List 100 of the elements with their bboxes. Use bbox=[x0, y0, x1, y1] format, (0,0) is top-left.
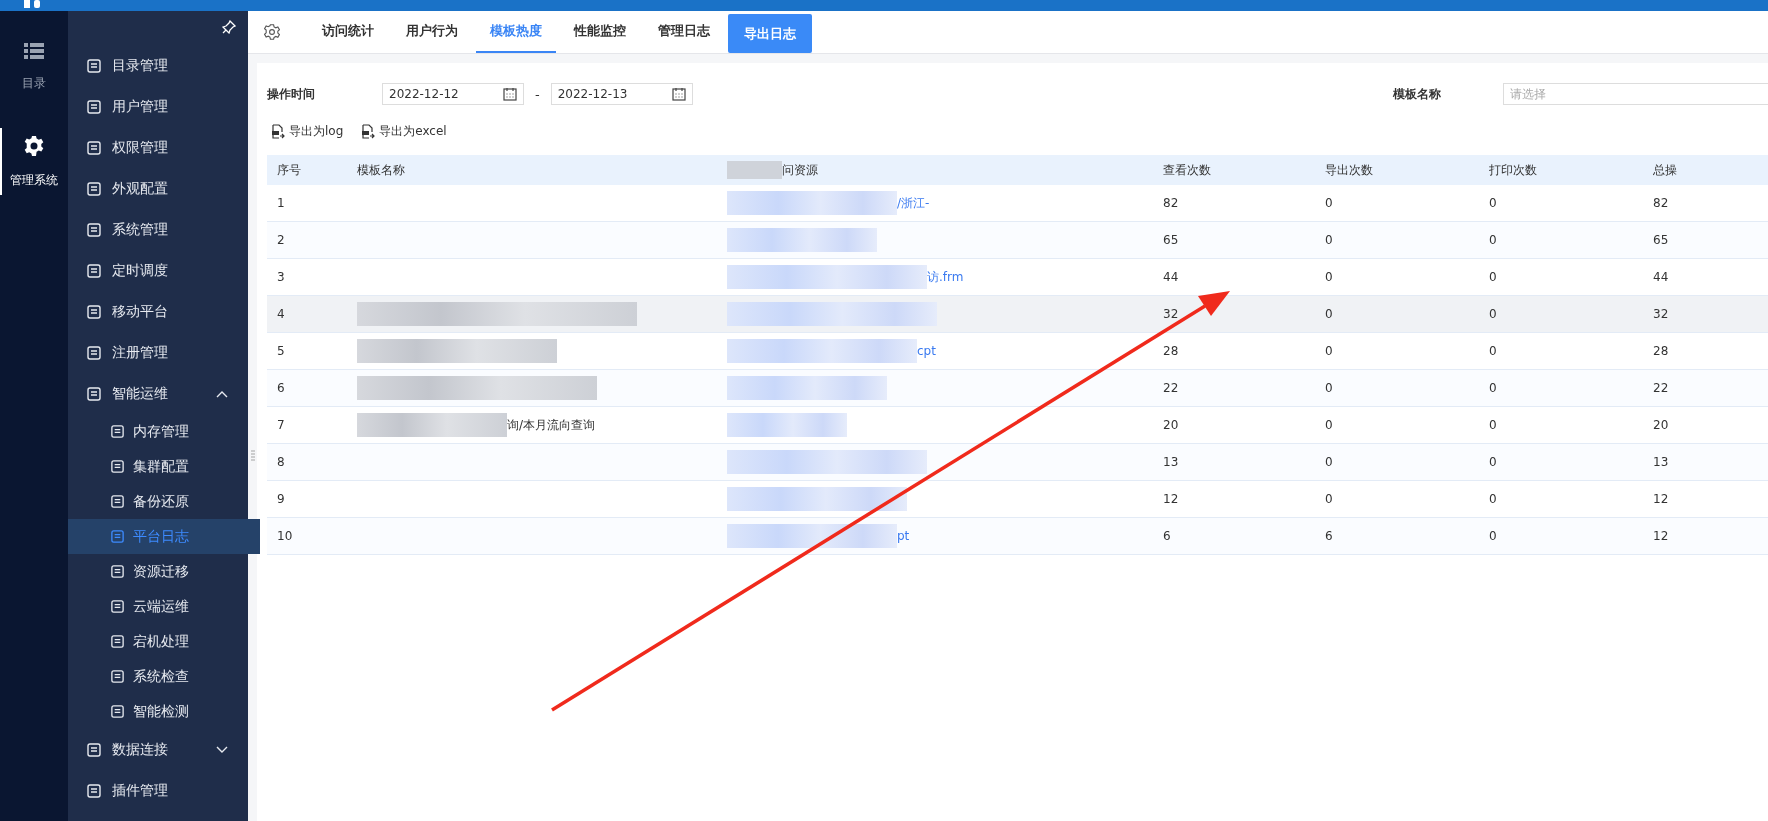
tab[interactable]: 模板热度 bbox=[476, 11, 556, 53]
column-header: 查看次数 bbox=[1162, 161, 1212, 179]
time-label: 操作时间 bbox=[267, 85, 316, 103]
table-cell-text: 4 bbox=[276, 306, 286, 323]
menu-item[interactable]: 系统管理 bbox=[68, 209, 248, 250]
menu-icon bbox=[86, 221, 102, 238]
table-cell-text: 2 bbox=[276, 232, 286, 249]
submenu-item[interactable]: 云端运维 bbox=[68, 589, 260, 624]
menu-icon bbox=[86, 782, 102, 799]
table-cell-text: 20 bbox=[1162, 417, 1180, 434]
table-cell-text: 6 bbox=[1162, 528, 1172, 545]
menu-icon bbox=[86, 385, 102, 402]
resource-link[interactable]: /浙江- bbox=[897, 194, 930, 212]
table-cell-text: 0 bbox=[1488, 232, 1498, 249]
menu-icon bbox=[86, 303, 102, 320]
table-cell-text: 0 bbox=[1488, 343, 1498, 360]
resource-link[interactable]: 访.frm bbox=[927, 268, 964, 286]
table-cell-text: 13 bbox=[1162, 454, 1180, 471]
table-cell-text: 0 bbox=[1488, 269, 1498, 286]
rail-item[interactable]: 目录 bbox=[0, 43, 68, 92]
menu-item[interactable]: 注册管理 bbox=[68, 332, 248, 373]
menu-icon bbox=[110, 459, 125, 474]
table-cell-text: 22 bbox=[1162, 380, 1180, 397]
calendar-icon bbox=[671, 87, 686, 101]
menu-item[interactable]: 用户管理 bbox=[68, 86, 248, 127]
menu-item[interactable]: 智能运维 bbox=[68, 373, 248, 414]
menu-item[interactable]: 目录管理 bbox=[68, 45, 248, 86]
menu-icon bbox=[86, 139, 102, 156]
table-cell-text: 82 bbox=[1162, 195, 1180, 212]
menu-icon bbox=[110, 529, 125, 544]
menu-item[interactable]: 权限管理 bbox=[68, 127, 248, 168]
table-cell-text: 0 bbox=[1488, 528, 1498, 545]
menu-icon bbox=[86, 344, 102, 361]
column-header: 总操 bbox=[1652, 161, 1678, 179]
table-cell-text: 7 bbox=[276, 417, 286, 434]
menu-icon bbox=[110, 494, 125, 509]
table-cell-text: 13 bbox=[1652, 454, 1670, 471]
column-header: 序号 bbox=[276, 161, 302, 179]
start-date-field[interactable]: 2022-12-12 bbox=[382, 83, 524, 105]
table-cell-text: 0 bbox=[1488, 195, 1498, 212]
chevron-up-icon bbox=[216, 389, 228, 398]
table-cell: 询/本月流向查询 bbox=[507, 416, 596, 434]
submenu-item[interactable]: 资源迁移 bbox=[68, 554, 260, 589]
table-cell-text: 0 bbox=[1324, 269, 1334, 286]
menu-item[interactable]: 数据连接 bbox=[68, 729, 248, 770]
tab[interactable]: 用户行为 bbox=[392, 11, 472, 53]
drag-handle-icon[interactable] bbox=[251, 450, 255, 462]
table-cell-text: 32 bbox=[1162, 306, 1180, 323]
table-cell-text: 28 bbox=[1652, 343, 1670, 360]
table-cell-text: 6 bbox=[1324, 528, 1334, 545]
menu-icon bbox=[110, 634, 125, 649]
menu-item[interactable]: 定时调度 bbox=[68, 250, 248, 291]
table-cell-text: 32 bbox=[1652, 306, 1670, 323]
export-button[interactable]: 导出为excel bbox=[357, 122, 451, 140]
submenu-item[interactable]: 内存管理 bbox=[68, 414, 260, 449]
range-separator: - bbox=[535, 86, 540, 102]
table-cell-text: 12 bbox=[1652, 491, 1670, 508]
menu-item[interactable]: 移动平台 bbox=[68, 291, 248, 332]
end-date-field[interactable]: 2022-12-13 bbox=[550, 83, 693, 105]
table-cell-text: 3 bbox=[276, 269, 286, 286]
table-cell-text: 10 bbox=[276, 528, 294, 545]
table-cell-text: 0 bbox=[1324, 454, 1334, 471]
table-cell-text: 0 bbox=[1324, 306, 1334, 323]
table-cell-text: 0 bbox=[1488, 491, 1498, 508]
file-export-icon bbox=[361, 123, 376, 139]
pin-icon[interactable] bbox=[222, 20, 236, 34]
table-cell-text: 0 bbox=[1324, 195, 1334, 212]
submenu-item[interactable]: 集群配置 bbox=[68, 449, 260, 484]
menu-item[interactable]: 插件管理 bbox=[68, 770, 248, 811]
table-cell-text: 65 bbox=[1162, 232, 1180, 249]
submenu-item[interactable]: 宕机处理 bbox=[68, 624, 260, 659]
settings-icon[interactable] bbox=[264, 24, 280, 40]
table-cell-text: 0 bbox=[1324, 380, 1334, 397]
table-cell-text: 9 bbox=[276, 491, 286, 508]
menu-icon bbox=[86, 741, 102, 758]
table-cell-text: 82 bbox=[1652, 195, 1670, 212]
column-header: 打印次数 bbox=[1488, 161, 1538, 179]
tab[interactable]: 性能监控 bbox=[560, 11, 640, 53]
submenu-item[interactable]: 智能检测 bbox=[68, 694, 260, 729]
table-cell-text: 8 bbox=[276, 454, 286, 471]
resource-link[interactable]: pt bbox=[897, 529, 910, 543]
table-cell-text: 0 bbox=[1324, 417, 1334, 434]
table-cell-text: 0 bbox=[1324, 491, 1334, 508]
menu-icon bbox=[110, 704, 125, 719]
submenu-item[interactable]: 备份还原 bbox=[68, 484, 260, 519]
export-button[interactable]: 导出为log bbox=[267, 122, 348, 140]
menu-item[interactable]: 外观配置 bbox=[68, 168, 248, 209]
table-cell-text: 44 bbox=[1652, 269, 1670, 286]
submenu-item[interactable]: 系统检查 bbox=[68, 659, 260, 694]
tab[interactable]: 访问统计 bbox=[308, 11, 388, 53]
tab[interactable]: 管理日志 bbox=[644, 11, 724, 53]
menu-icon bbox=[86, 180, 102, 197]
table-cell-text: 12 bbox=[1652, 528, 1670, 545]
resource-link[interactable]: cpt bbox=[917, 344, 936, 358]
menu-icon bbox=[110, 424, 125, 439]
chevron-down-icon bbox=[216, 745, 228, 754]
template-select[interactable]: 请选择 bbox=[1502, 83, 1768, 105]
table-cell-text: 12 bbox=[1162, 491, 1180, 508]
calendar-icon bbox=[503, 87, 517, 101]
table-cell-text: 0 bbox=[1488, 306, 1498, 323]
